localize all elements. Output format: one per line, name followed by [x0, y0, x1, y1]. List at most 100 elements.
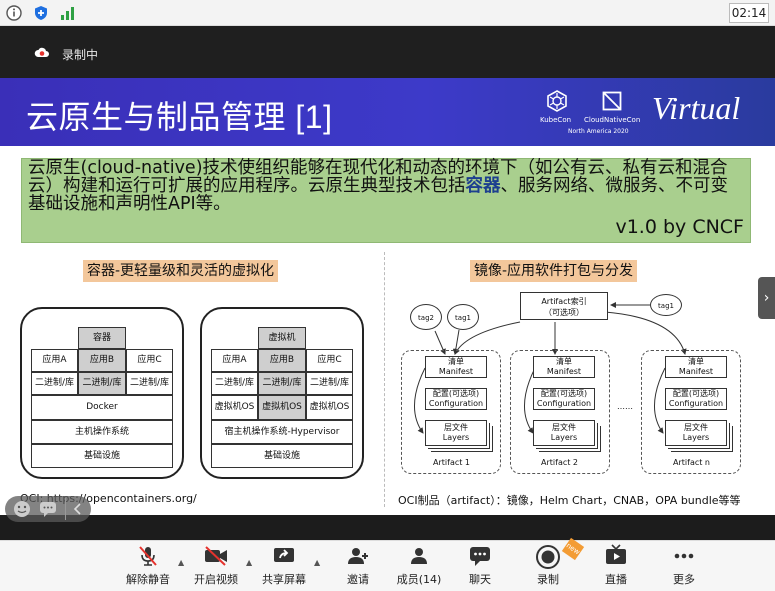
vm-app-c-cell: 应用C — [306, 349, 353, 372]
participants-button[interactable]: 成员(14) — [391, 544, 447, 587]
reactions-pill[interactable] — [5, 496, 91, 522]
shield-icon[interactable] — [33, 5, 49, 21]
kubecon-logo-icon — [547, 90, 567, 112]
more-label: 更多 — [673, 573, 695, 586]
cloudnativecon-text: CloudNativeCon — [584, 116, 641, 124]
audio-options-caret[interactable]: ▲ — [178, 558, 184, 567]
info-icon[interactable] — [6, 5, 22, 21]
slide-title: 云原生与制品管理 [1] — [26, 99, 333, 135]
invite-label: 邀请 — [347, 573, 369, 586]
more-button[interactable]: 更多 — [656, 544, 712, 587]
manifest-en: Manifest — [438, 367, 474, 376]
layers-en: Layers — [442, 433, 470, 442]
video-off-icon — [205, 546, 227, 566]
artifact-2-label: Artifact 2 — [541, 458, 579, 467]
record-label: 录制 — [537, 573, 559, 586]
artifact-1-layers: 层文件 Layers — [425, 420, 487, 446]
vm-os-cell-1: 虚拟机OS — [211, 395, 258, 420]
docker-cell: Docker — [31, 395, 173, 420]
live-label: 直播 — [605, 573, 627, 586]
manifest-en: Manifest — [546, 367, 582, 376]
artifact-n-config: 配置(可选项) Configuration — [665, 388, 727, 410]
invite-icon — [348, 548, 368, 564]
shared-slide: 云原生与制品管理 [1] KubeCon CloudNativeCon Nort… — [0, 78, 775, 515]
chat-icon — [470, 547, 490, 566]
vm-app-a-cell: 应用A — [211, 349, 258, 372]
more-icon — [674, 553, 694, 559]
participants-icon — [411, 548, 427, 564]
video-options-caret[interactable]: ▲ — [246, 558, 252, 567]
share-options-caret[interactable]: ▲ — [314, 558, 320, 567]
layers-cn: 层文件 — [444, 423, 468, 432]
live-button[interactable]: 直播 — [588, 544, 644, 587]
vm-os-cell-3: 虚拟机OS — [306, 395, 353, 420]
bin-lib-cell-2: 二进制/库 — [78, 372, 126, 395]
config-en: Configuration — [536, 399, 592, 408]
intro-box: 云原生(cloud-native)技术使组织能够在现代化和动态的环境下（如公有云… — [21, 158, 751, 243]
tag2-bubble: tag2 — [410, 304, 442, 330]
clock: 02:14 — [729, 3, 769, 23]
chevron-left-icon[interactable] — [73, 503, 83, 515]
ellipsis-dots: …… — [617, 402, 633, 411]
container-label-cell: 容器 — [78, 327, 126, 349]
intro-text: 云原生(cloud-native)技术使组织能够在现代化和动态的环境下（如公有云… — [28, 159, 744, 213]
oci-artifact-text: OCI制品（artifact）：镜像，Helm Chart，CNAB，OPA b… — [398, 494, 741, 507]
manifest-en: Manifest — [678, 367, 714, 376]
invite-button[interactable]: 邀请 — [330, 544, 386, 587]
virtual-wordmark: Virtual — [652, 90, 741, 126]
config-cn: 配置(可选项) — [672, 389, 720, 398]
hypervisor-cell: 宿主机操作系统-Hypervisor — [211, 420, 353, 444]
chat-bubble-icon[interactable] — [39, 500, 57, 518]
artifact-2-layers: 层文件 Layers — [533, 420, 595, 446]
side-panel-toggle[interactable]: › — [758, 277, 775, 319]
host-os-cell: 主机操作系统 — [31, 420, 173, 444]
share-screen-button[interactable]: 共享屏幕 — [256, 544, 312, 587]
unmute-button[interactable]: 解除静音 — [120, 544, 176, 587]
app-a-cell: 应用A — [31, 349, 78, 372]
artifact-index-optional: （可选项） — [544, 308, 584, 317]
tag1-bubble-right: tag1 — [650, 294, 682, 316]
artifact-2-manifest: 清单 Manifest — [533, 356, 595, 378]
artifact-2-config: 配置(可选项) Configuration — [533, 388, 595, 410]
recording-bar: 录制中 — [0, 26, 775, 78]
section-divider — [384, 252, 385, 507]
bin-lib-cell-3: 二进制/库 — [126, 372, 173, 395]
layers-cn: 层文件 — [552, 423, 576, 432]
layers-en: Layers — [682, 433, 710, 442]
record-icon — [536, 545, 560, 569]
vm-label-cell: 虚拟机 — [258, 327, 306, 349]
artifact-n-layers: 层文件 Layers — [665, 420, 727, 446]
share-screen-icon — [274, 548, 294, 562]
layers-en: Layers — [550, 433, 578, 442]
artifact-1-config: 配置(可选项) Configuration — [425, 388, 487, 410]
container-diagram: 容器 应用A 应用B 应用C 二进制/库 二进制/库 二进制/库 Docker … — [20, 307, 184, 479]
manifest-cn: 清单 — [448, 357, 464, 366]
meeting-toolbar: 解除静音 ▲ 开启视频 ▲ 共享屏幕 ▲ 邀请 成员(14) 聊天 录制 直播 … — [0, 540, 775, 591]
cloud-recording-icon — [34, 47, 49, 57]
config-en: Configuration — [428, 399, 484, 408]
config-cn: 配置(可选项) — [540, 389, 588, 398]
vm-app-b-cell: 应用B — [258, 349, 306, 372]
vm-bin-lib-cell-1: 二进制/库 — [211, 372, 258, 395]
artifact-1-label: Artifact 1 — [433, 458, 471, 467]
event-subtitle: North America 2020 — [568, 128, 629, 135]
start-video-label: 开启视频 — [194, 573, 238, 586]
mic-muted-icon — [139, 546, 157, 566]
config-cn: 配置(可选项) — [432, 389, 480, 398]
container-section-label: 容器-更轻量级和灵活的虚拟化 — [83, 260, 279, 282]
slide-banner: 云原生与制品管理 [1] KubeCon CloudNativeCon Nort… — [0, 78, 775, 146]
pill-divider — [65, 498, 66, 520]
start-video-button[interactable]: 开启视频 — [188, 544, 244, 587]
chat-button[interactable]: 聊天 — [452, 544, 508, 587]
status-bar: 02:14 — [0, 0, 775, 26]
app-b-cell: 应用B — [78, 349, 126, 372]
vm-os-cell-2: 虚拟机OS — [258, 395, 306, 420]
intro-highlight: 容器 — [465, 176, 501, 196]
tag1-bubble-left: tag1 — [447, 304, 479, 330]
live-icon — [606, 544, 626, 564]
participants-label: 成员(14) — [396, 573, 442, 586]
layers-cn: 层文件 — [684, 423, 708, 432]
signal-icon[interactable] — [60, 5, 76, 21]
emoji-icon[interactable] — [13, 500, 31, 518]
config-en: Configuration — [668, 399, 724, 408]
